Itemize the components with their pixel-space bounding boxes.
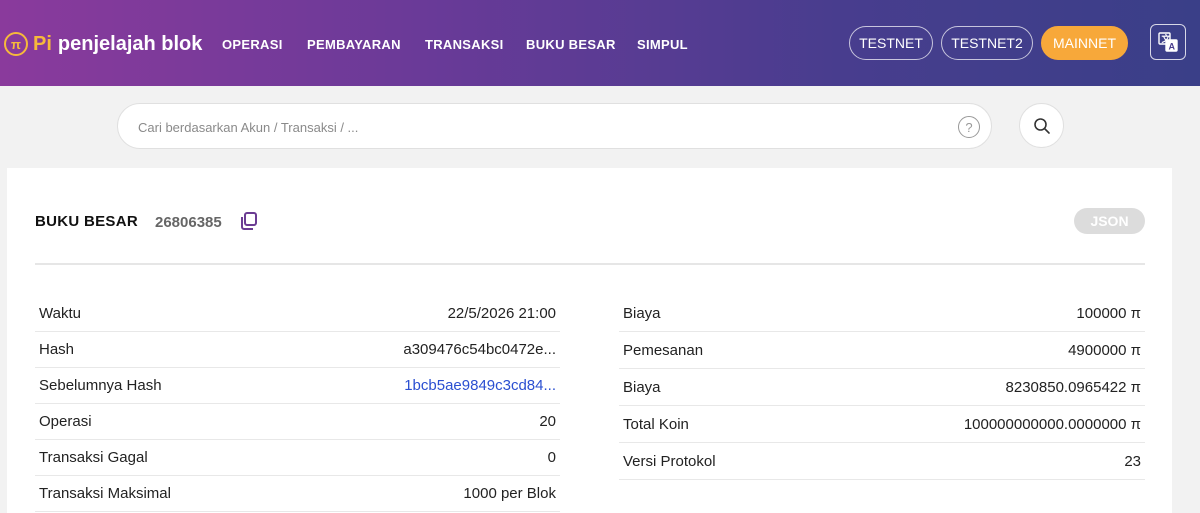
previous-hash-link[interactable]: 1bcb5ae9849c3cd84... bbox=[404, 377, 556, 394]
row-value: 4900000 π bbox=[1068, 342, 1141, 359]
pi-coin-icon: π bbox=[4, 32, 28, 56]
row-label: Versi Protokol bbox=[623, 453, 716, 470]
table-row: Waktu 22/5/2026 21:00 bbox=[35, 296, 560, 332]
search-bar: ? bbox=[117, 103, 992, 149]
row-label: Waktu bbox=[39, 305, 81, 322]
testnet-button[interactable]: TESTNET bbox=[849, 26, 933, 60]
row-value: 0 bbox=[547, 449, 556, 466]
nav-operasi[interactable]: OPERASI bbox=[222, 37, 283, 52]
nav-transaksi[interactable]: TRANSAKSI bbox=[425, 37, 504, 52]
table-row: Versi Protokol 23 bbox=[619, 444, 1145, 480]
row-value: a309476c54bc0472e... bbox=[403, 341, 556, 358]
ledger-number: 26806385 bbox=[155, 214, 222, 231]
question-icon[interactable]: ? bbox=[958, 116, 980, 138]
row-label: Transaksi Maksimal bbox=[39, 485, 171, 502]
ledger-card: BUKU BESAR 26806385 JSON Waktu 22/5/2026… bbox=[7, 168, 1172, 513]
table-row: Sebelumnya Hash 1bcb5ae9849c3cd84... bbox=[35, 368, 560, 404]
ledger-title: BUKU BESAR bbox=[35, 213, 139, 230]
row-label: Sebelumnya Hash bbox=[39, 377, 162, 394]
table-row: Transaksi Maksimal 1000 per Blok bbox=[35, 476, 560, 512]
mainnet-button[interactable]: MAINNET bbox=[1041, 26, 1128, 60]
nav-simpul[interactable]: SIMPUL bbox=[637, 37, 688, 52]
table-row: Transaksi Gagal 0 bbox=[35, 440, 560, 476]
row-value: 100000000000.0000000 π bbox=[963, 416, 1141, 433]
table-row: Pemesanan 4900000 π bbox=[619, 333, 1145, 369]
testnet2-button[interactable]: TESTNET2 bbox=[941, 26, 1033, 60]
json-button[interactable]: JSON bbox=[1074, 208, 1145, 234]
row-label: Total Koin bbox=[623, 416, 689, 433]
table-row: Biaya 8230850.0965422 π bbox=[619, 370, 1145, 406]
row-label: Biaya bbox=[623, 379, 661, 396]
logo-title: penjelajah blok bbox=[57, 32, 203, 55]
row-label: Operasi bbox=[39, 413, 92, 430]
search-icon bbox=[1033, 117, 1050, 134]
row-value: 20 bbox=[539, 413, 556, 430]
row-label: Biaya bbox=[623, 305, 661, 322]
table-row: Total Koin 100000000000.0000000 π bbox=[619, 407, 1145, 443]
search-button[interactable] bbox=[1019, 103, 1064, 148]
copy-icon[interactable] bbox=[239, 211, 259, 231]
nav-buku-besar[interactable]: BUKU BESAR bbox=[526, 37, 616, 52]
row-value: 1000 per Blok bbox=[463, 485, 556, 502]
logo-pi-text: Pi bbox=[33, 32, 52, 55]
search-input[interactable] bbox=[138, 116, 938, 138]
row-label: Hash bbox=[39, 341, 75, 358]
row-value: 22/5/2026 21:00 bbox=[447, 305, 556, 322]
svg-text:A: A bbox=[1169, 42, 1176, 52]
top-header: π Pi penjelajah blok OPERASI PEMBAYARAN … bbox=[0, 0, 1200, 86]
translate-icon[interactable]: 文 A bbox=[1150, 24, 1186, 60]
table-row: Operasi 20 bbox=[35, 404, 560, 440]
nav-pembayaran[interactable]: PEMBAYARAN bbox=[307, 37, 401, 52]
row-value: 8230850.0965422 π bbox=[1005, 379, 1141, 396]
site-logo[interactable]: π Pi penjelajah blok bbox=[4, 30, 202, 58]
row-value: 100000 π bbox=[1076, 305, 1141, 322]
table-row: Biaya 100000 π bbox=[619, 296, 1145, 332]
row-value: 23 bbox=[1124, 453, 1141, 470]
row-label: Pemesanan bbox=[623, 342, 704, 359]
row-label: Transaksi Gagal bbox=[39, 449, 148, 466]
divider bbox=[35, 263, 1145, 265]
table-row: Hash a309476c54bc0472e... bbox=[35, 332, 560, 368]
